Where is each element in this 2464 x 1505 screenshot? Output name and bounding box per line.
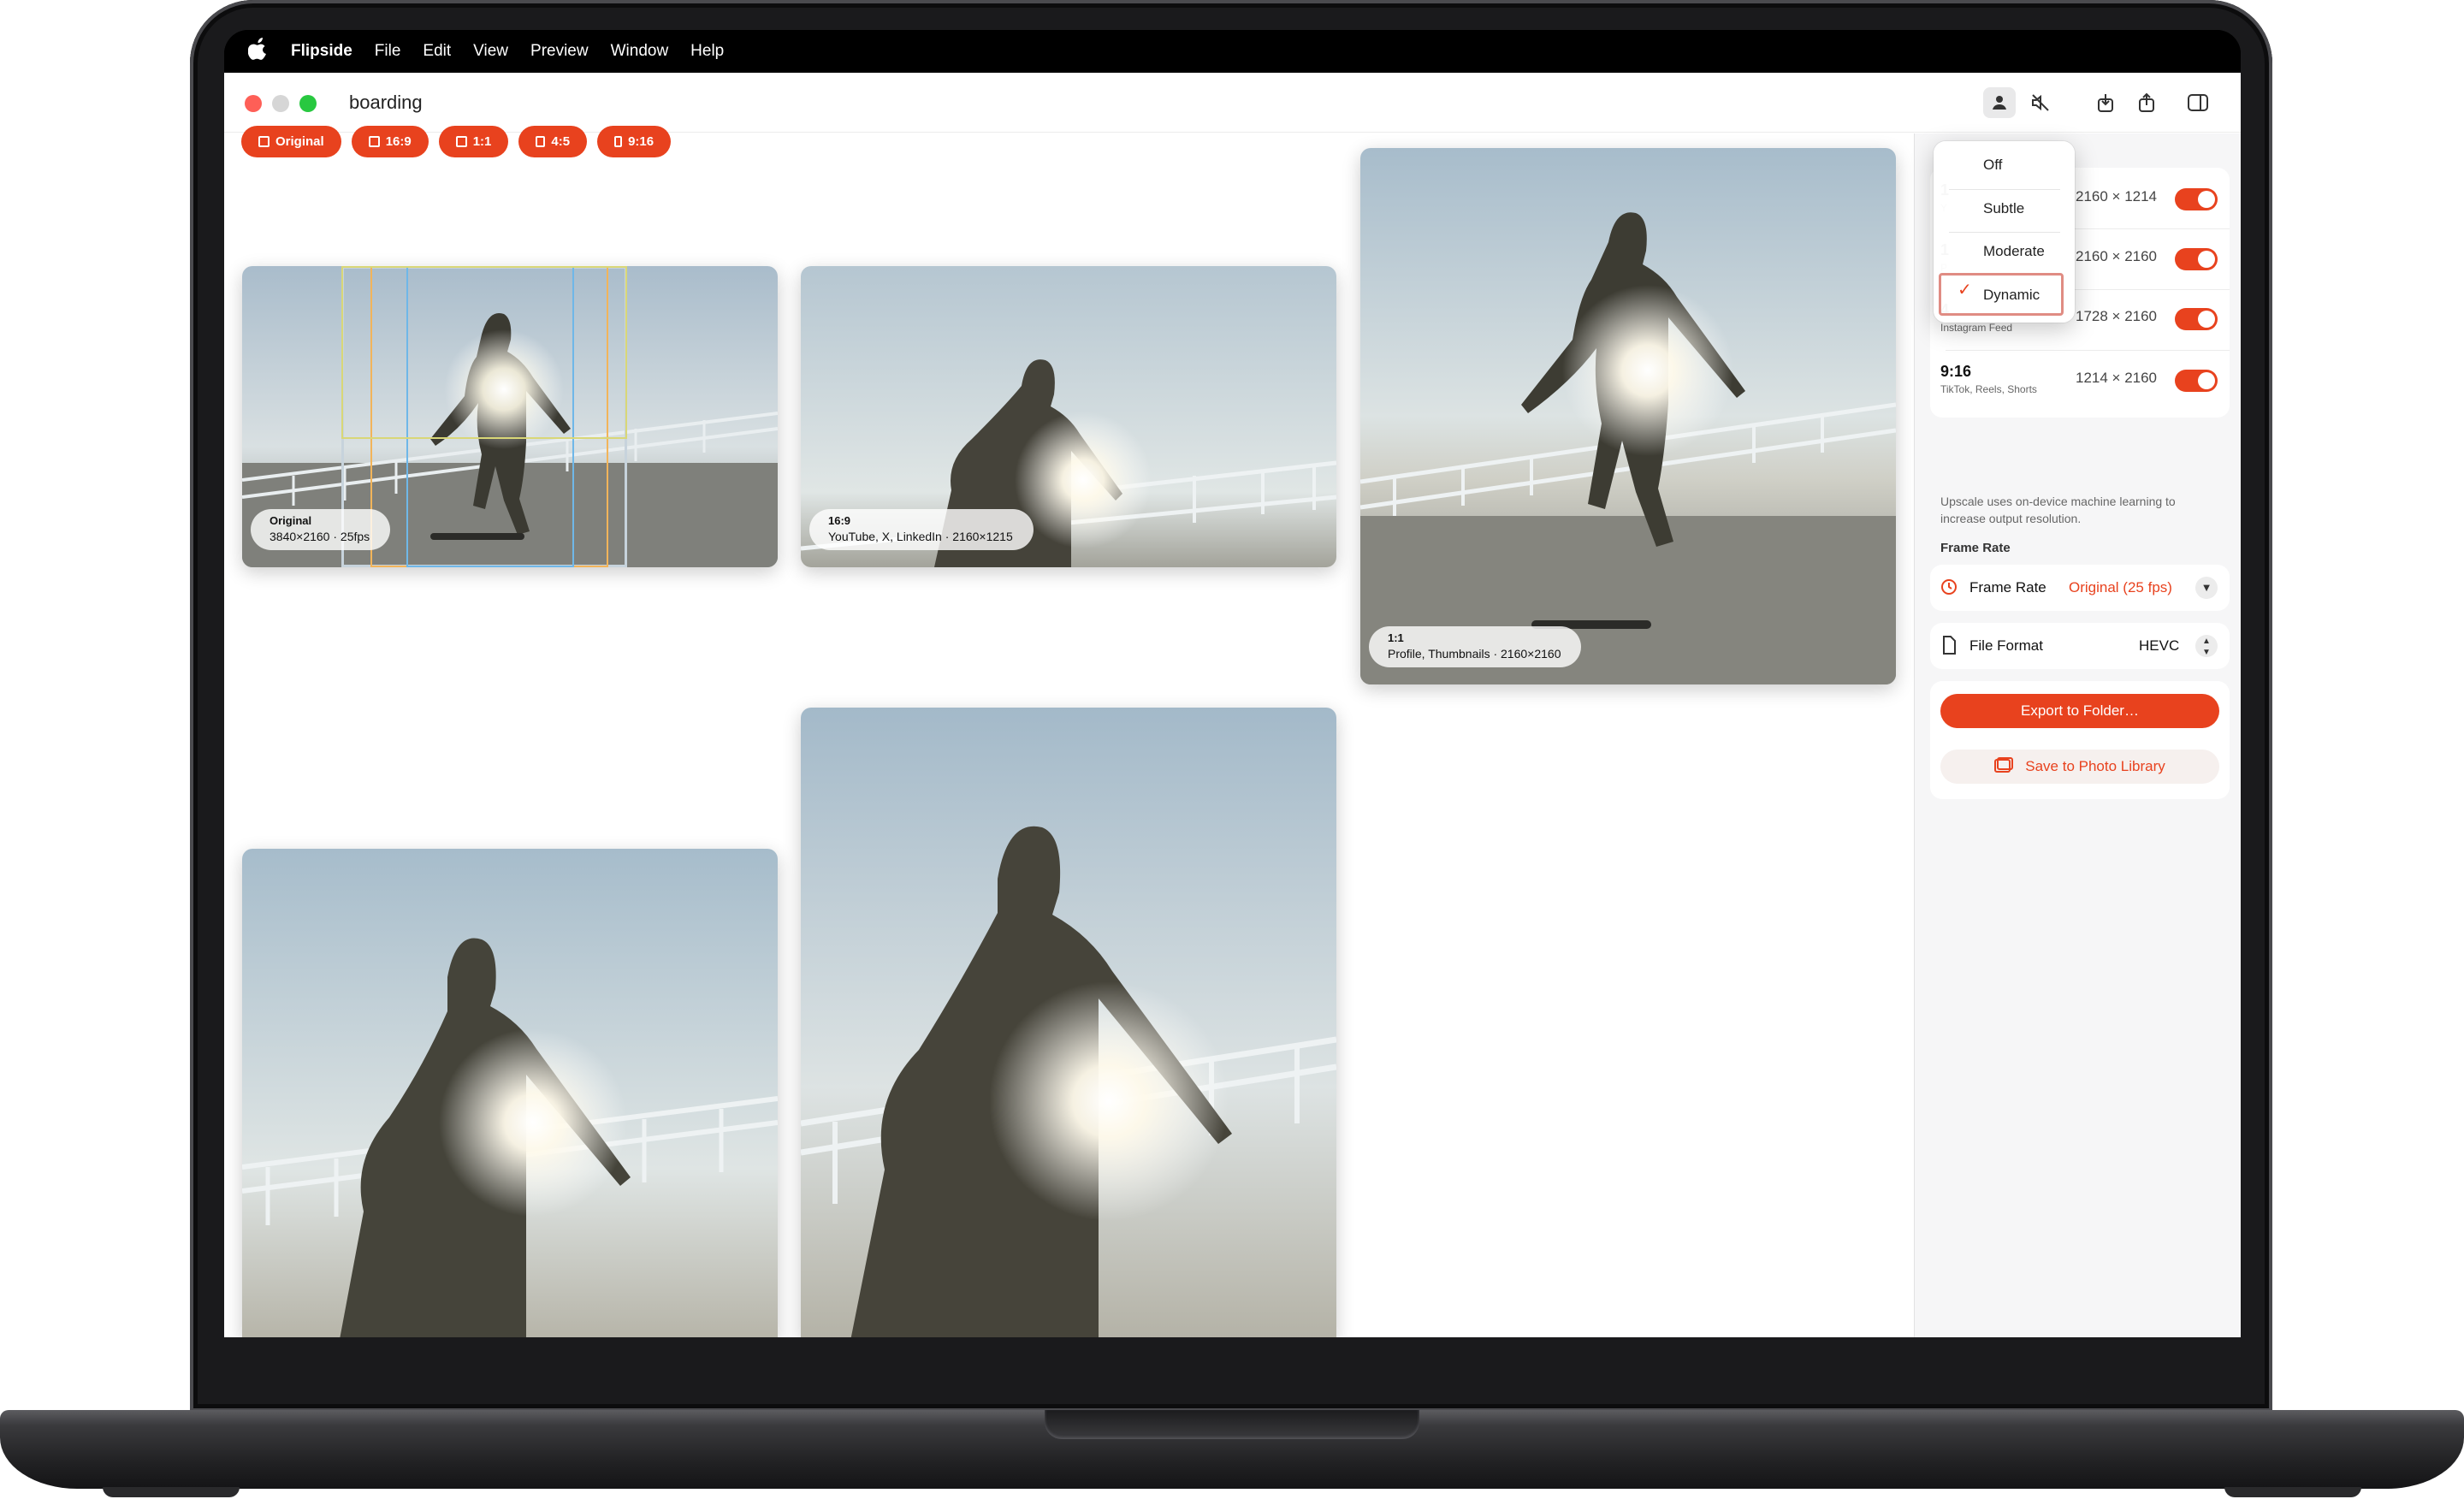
laptop-foot-left [103, 1487, 240, 1497]
format-sub: TikTok, Reels, Shorts [1940, 383, 2037, 395]
menu-app-name[interactable]: Flipside [291, 42, 352, 61]
menu-edit[interactable]: Edit [423, 42, 451, 61]
export-to-folder-button[interactable]: Export to Folder… [1940, 694, 2219, 728]
format-toggle-16-9[interactable] [2175, 188, 2218, 210]
preview-subtitle: Profile, Thumbnails · 2160×2160 [1388, 647, 1561, 661]
save-to-photo-library-button[interactable]: Save to Photo Library [1940, 750, 2219, 784]
preview-16-9[interactable]: 16:9 YouTube, X, LinkedIn · 2160×1215 [801, 266, 1336, 567]
upscale-note: Upscale uses on-device machine learning … [1940, 495, 2176, 525]
preview-9-16[interactable] [801, 708, 1336, 1337]
chip-label: 16:9 [385, 134, 412, 149]
save-label: Save to Photo Library [2025, 758, 2165, 774]
chip-label: 9:16 [628, 134, 654, 149]
preview-title: 16:9 [828, 514, 851, 527]
file-format-value[interactable]: HEVC [2139, 637, 2179, 655]
preview-subtitle: YouTube, X, LinkedIn · 2160×1215 [828, 530, 1013, 543]
format-toggle-4-5[interactable] [2175, 308, 2218, 330]
menu-preview[interactable]: Preview [530, 42, 589, 61]
format-toggle-1-1[interactable] [2175, 248, 2218, 270]
window-title: boarding [349, 92, 423, 113]
menu-view[interactable]: View [473, 42, 508, 61]
chevron-down-icon[interactable]: ▼ [2195, 577, 2218, 599]
preview-label: 16:9 YouTube, X, LinkedIn · 2160×1215 [809, 509, 1034, 550]
dropdown-item-moderate[interactable]: Moderate [1983, 243, 2045, 260]
file-format-row[interactable]: File Format HEVC ▲ ▼ [1930, 623, 2230, 669]
preview-subtitle: 3840×2160 · 25fps [270, 530, 370, 543]
app-window: boarding Original 16:9 1:1 4:5 9:16 Orig… [224, 73, 2241, 1337]
format-resolution-stepper[interactable]: 2160 × 2160 [2076, 248, 2157, 265]
portrait-icon [536, 136, 546, 147]
square-icon [455, 136, 467, 147]
format-sub: Instagram Feed [1940, 322, 2013, 334]
dropdown-item-off[interactable]: Off [1983, 157, 2002, 174]
preview-original[interactable]: Original 3840×2160 · 25fps [242, 266, 778, 567]
laptop-notch [1045, 1410, 1419, 1439]
frame-rate-row[interactable]: Frame Rate Original (25 fps) ▼ [1930, 565, 2230, 611]
format-resolution-stepper[interactable]: 1728 × 2160 [2076, 308, 2157, 325]
divider [1949, 189, 2060, 190]
close-button[interactable] [245, 95, 262, 112]
stabilization-dropdown: Off Subtle Moderate ✓ Dynamic [1934, 141, 2075, 323]
crop-guide-1-1 [341, 266, 627, 439]
screen: Flipside File Edit View Preview Window H… [224, 30, 2241, 1337]
chip-9-16[interactable]: 9:16 [597, 126, 672, 157]
preview-title: Original [270, 514, 312, 527]
chip-label: 1:1 [472, 134, 492, 149]
apple-icon[interactable] [247, 37, 267, 66]
chip-label: 4:5 [551, 134, 571, 149]
chip-16-9[interactable]: 16:9 [351, 126, 429, 157]
format-toggle-9-16[interactable] [2175, 370, 2218, 392]
laptop-foot-right [2224, 1487, 2361, 1497]
frame-rate-value[interactable]: Original (25 fps) [2069, 579, 2172, 596]
menu-window[interactable]: Window [611, 42, 669, 61]
download-icon[interactable] [2089, 87, 2122, 118]
preview-label: Original 3840×2160 · 25fps [251, 509, 391, 550]
format-label: 9:16 [1940, 363, 1972, 380]
format-resolution-stepper[interactable]: 1214 × 2160 [2076, 370, 2157, 387]
frame-rate-label: Frame Rate [1969, 579, 2046, 595]
divider [1949, 232, 2060, 233]
person-icon[interactable] [1983, 87, 2016, 118]
video-frame [242, 849, 778, 1337]
menu-bar: Flipside File Edit View Preview Window H… [224, 30, 2241, 73]
sidebar-icon[interactable] [2182, 87, 2214, 118]
tall-icon [614, 136, 623, 147]
frame-rate-section-title: Frame Rate [1940, 541, 2011, 555]
clock-icon [1940, 578, 1958, 600]
zoom-button[interactable] [299, 95, 317, 112]
image-icon [258, 136, 270, 147]
menu-file[interactable]: File [375, 42, 401, 61]
aspect-chip-bar: Original 16:9 1:1 4:5 9:16 [241, 126, 681, 157]
title-bar: boarding [224, 73, 2241, 133]
preview-label: 1:1 Profile, Thumbnails · 2160×2160 [1369, 626, 1582, 667]
chip-original[interactable]: Original [241, 126, 341, 157]
preview-1-1[interactable]: 1:1 Profile, Thumbnails · 2160×2160 [1360, 148, 1896, 684]
photos-icon [1994, 756, 2014, 777]
speaker-muted-icon[interactable] [2024, 87, 2057, 118]
format-resolution-stepper[interactable]: 2160 × 1214 [2076, 188, 2157, 205]
checkmark-icon: ✓ [1958, 281, 1972, 299]
minimize-button[interactable] [272, 95, 289, 112]
file-format-label: File Format [1969, 637, 2043, 654]
dropdown-item-subtle[interactable]: Subtle [1983, 200, 2024, 217]
dropdown-item-dynamic[interactable]: Dynamic [1983, 287, 2040, 304]
chip-4-5[interactable]: 4:5 [518, 126, 588, 157]
share-icon[interactable] [2130, 87, 2163, 118]
chip-1-1[interactable]: 1:1 [438, 126, 509, 157]
chip-label: Original [275, 134, 324, 149]
preview-title: 1:1 [1388, 631, 1404, 644]
video-frame [801, 708, 1336, 1337]
video-frame [1360, 148, 1896, 684]
preview-4-5[interactable] [242, 849, 778, 1337]
landscape-icon [368, 136, 380, 147]
menu-help[interactable]: Help [690, 42, 724, 61]
divider [1946, 350, 2230, 351]
document-icon [1942, 636, 1956, 659]
stepper-icon[interactable]: ▲ ▼ [2195, 635, 2218, 657]
